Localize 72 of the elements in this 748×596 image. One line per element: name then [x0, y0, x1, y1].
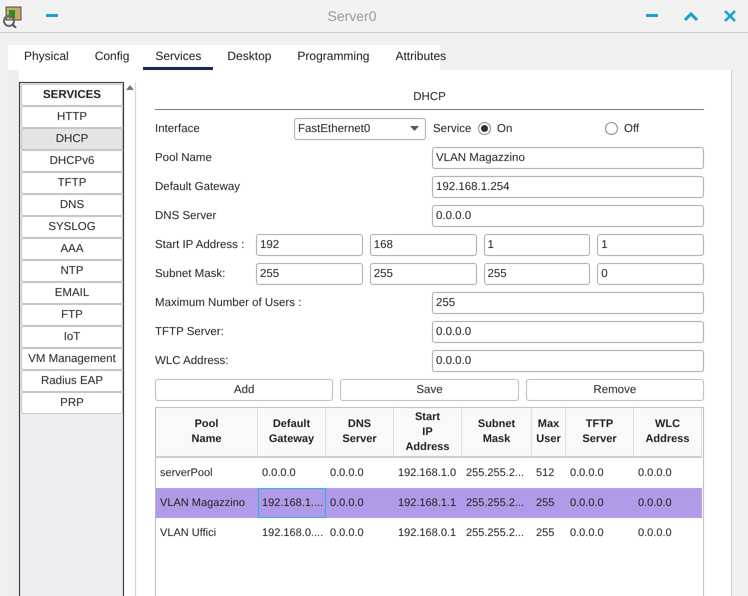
- action-button[interactable]: Save: [340, 379, 519, 401]
- tab[interactable]: Physical: [12, 45, 81, 70]
- field-label: Service: [433, 122, 471, 134]
- service-item[interactable]: DHCP: [21, 128, 123, 150]
- service-item[interactable]: TFTP: [21, 172, 123, 194]
- service-item[interactable]: DNS: [21, 194, 123, 216]
- octet-field[interactable]: 1: [597, 234, 704, 256]
- octet-field[interactable]: 168: [370, 234, 476, 256]
- scroll-up-icon[interactable]: [126, 85, 134, 90]
- radio-button[interactable]: [605, 122, 618, 135]
- action-button[interactable]: Add: [155, 379, 334, 401]
- table-cell[interactable]: 0.0.0.0: [634, 488, 702, 518]
- service-item[interactable]: PRP: [21, 392, 123, 414]
- caret-icon: [410, 126, 419, 131]
- service-item[interactable]: HTTP: [21, 106, 123, 128]
- field-label: Subnet Mask:: [155, 268, 226, 280]
- table-cell[interactable]: VLAN Magazzino: [156, 488, 258, 518]
- table-cell[interactable]: 192.168.1.1: [394, 488, 462, 518]
- octet-field[interactable]: 192: [256, 234, 363, 256]
- service-item[interactable]: Radius EAP: [21, 370, 123, 392]
- text-field[interactable]: 192.168.1.254: [432, 176, 704, 198]
- table-cell[interactable]: 0.0.0.0: [566, 488, 634, 518]
- column-header: Default Gateway: [258, 408, 326, 458]
- window-title: Server0: [326, 8, 378, 24]
- service-item[interactable]: NTP: [21, 260, 123, 282]
- text-field[interactable]: 0.0.0.0: [432, 204, 704, 226]
- column-header: DNS Server: [326, 408, 394, 458]
- tab[interactable]: Config: [82, 45, 142, 70]
- octet-field[interactable]: 255: [484, 262, 590, 284]
- service-item[interactable]: SYSLOG: [21, 216, 123, 238]
- text-field[interactable]: 255: [432, 292, 704, 314]
- field-label: Start IP Address :: [155, 238, 246, 250]
- column-header: Start IP Address: [394, 408, 462, 458]
- tab[interactable]: Programming: [285, 45, 382, 70]
- text-field[interactable]: 0.0.0.0: [432, 320, 704, 342]
- text-field[interactable]: VLAN Magazzino: [432, 146, 704, 168]
- service-item[interactable]: IoT: [21, 326, 123, 348]
- tab[interactable]: Desktop: [215, 45, 284, 70]
- column-header: TFTP Server: [566, 408, 634, 458]
- field-label: WLC Address:: [155, 354, 230, 366]
- field-label: Pool Name: [155, 152, 213, 164]
- service-item[interactable]: VM Management: [21, 348, 123, 370]
- column-header: Subnet Mask: [462, 408, 532, 458]
- octet-field[interactable]: 255: [256, 262, 363, 284]
- field-label: Default Gateway: [155, 180, 242, 192]
- service-item[interactable]: DHCPv6: [21, 150, 123, 172]
- radio-option[interactable]: Off: [605, 122, 685, 135]
- table-cell[interactable]: 192.168.1....: [258, 488, 326, 518]
- column-header: WLC Address: [634, 408, 702, 458]
- table-cell[interactable]: 0.0.0.0: [326, 488, 394, 518]
- radio-option[interactable]: On: [478, 122, 598, 135]
- field-label: TFTP Server:: [155, 326, 225, 338]
- tab[interactable]: Attributes: [383, 45, 458, 70]
- interface-dropdown[interactable]: FastEthernet0: [294, 118, 426, 140]
- field-label: Interface: [155, 122, 201, 134]
- field-label: Maximum Number of Users :: [155, 296, 302, 308]
- table-cell[interactable]: 255: [532, 488, 566, 518]
- services-heading: SERVICES: [21, 84, 123, 106]
- octet-field[interactable]: 255: [370, 262, 476, 284]
- text-field[interactable]: 0.0.0.0: [432, 350, 704, 372]
- column-header: Max User: [532, 408, 566, 458]
- action-button[interactable]: Remove: [526, 379, 704, 401]
- table-cell[interactable]: 255.255.2...: [462, 488, 532, 518]
- section-title: DHCP: [155, 70, 704, 110]
- service-item[interactable]: EMAIL: [21, 282, 123, 304]
- octet-field[interactable]: 0: [597, 262, 704, 284]
- field-label: DNS Server: [155, 210, 218, 222]
- service-item[interactable]: FTP: [21, 304, 123, 326]
- column-header: Pool Name: [156, 408, 258, 458]
- service-item[interactable]: AAA: [21, 238, 123, 260]
- octet-field[interactable]: 1: [484, 234, 590, 256]
- radio-button[interactable]: [478, 122, 491, 135]
